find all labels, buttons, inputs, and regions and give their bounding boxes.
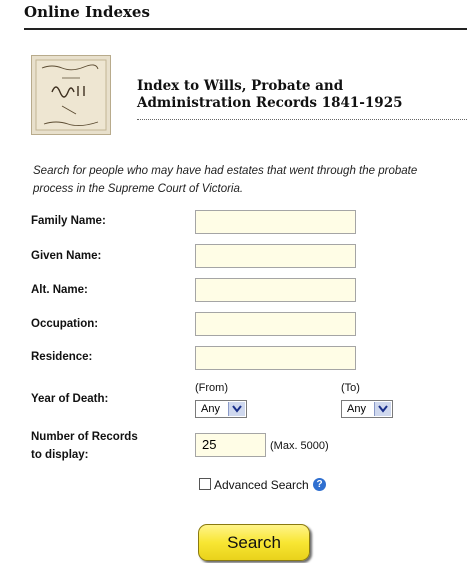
will-document-thumbnail <box>31 55 111 135</box>
year-of-death-label: Year of Death: <box>31 393 109 405</box>
residence-label: Residence: <box>31 351 93 363</box>
given-name-input[interactable] <box>195 244 356 268</box>
year-from-value: Any <box>201 403 220 415</box>
residence-input[interactable] <box>195 346 356 370</box>
chevron-down-icon[interactable] <box>228 402 245 416</box>
title-divider <box>24 28 467 30</box>
records-label-line1: Number of Records <box>31 431 138 443</box>
chevron-down-icon[interactable] <box>374 402 391 416</box>
index-divider <box>137 119 467 120</box>
family-name-input[interactable] <box>195 210 356 234</box>
year-to-value: Any <box>347 403 366 415</box>
given-name-label: Given Name: <box>31 250 102 262</box>
year-from-select[interactable]: Any <box>195 400 247 418</box>
intro-text: Search for people who may have had estat… <box>33 165 418 195</box>
index-title: Index to Wills, Probate and Administrati… <box>137 78 403 111</box>
records-input[interactable]: 25 <box>195 433 266 457</box>
occupation-input[interactable] <box>195 312 356 336</box>
family-name-label: Family Name: <box>31 215 106 227</box>
search-button[interactable]: Search <box>198 524 310 561</box>
advanced-search-checkbox[interactable] <box>199 478 211 490</box>
occupation-label: Occupation: <box>31 318 99 330</box>
advanced-search-label[interactable]: Advanced Search <box>214 478 309 492</box>
year-to-select[interactable]: Any <box>341 400 393 418</box>
records-max-note: (Max. 5000) <box>270 440 329 452</box>
alt-name-input[interactable] <box>195 278 356 302</box>
year-from-label: (From) <box>195 382 228 394</box>
page-title: Online Indexes <box>24 3 150 21</box>
year-to-label: (To) <box>341 382 360 394</box>
records-label-line2: to display: <box>31 449 89 461</box>
help-icon[interactable]: ? <box>313 478 326 491</box>
alt-name-label: Alt. Name: <box>31 284 88 296</box>
